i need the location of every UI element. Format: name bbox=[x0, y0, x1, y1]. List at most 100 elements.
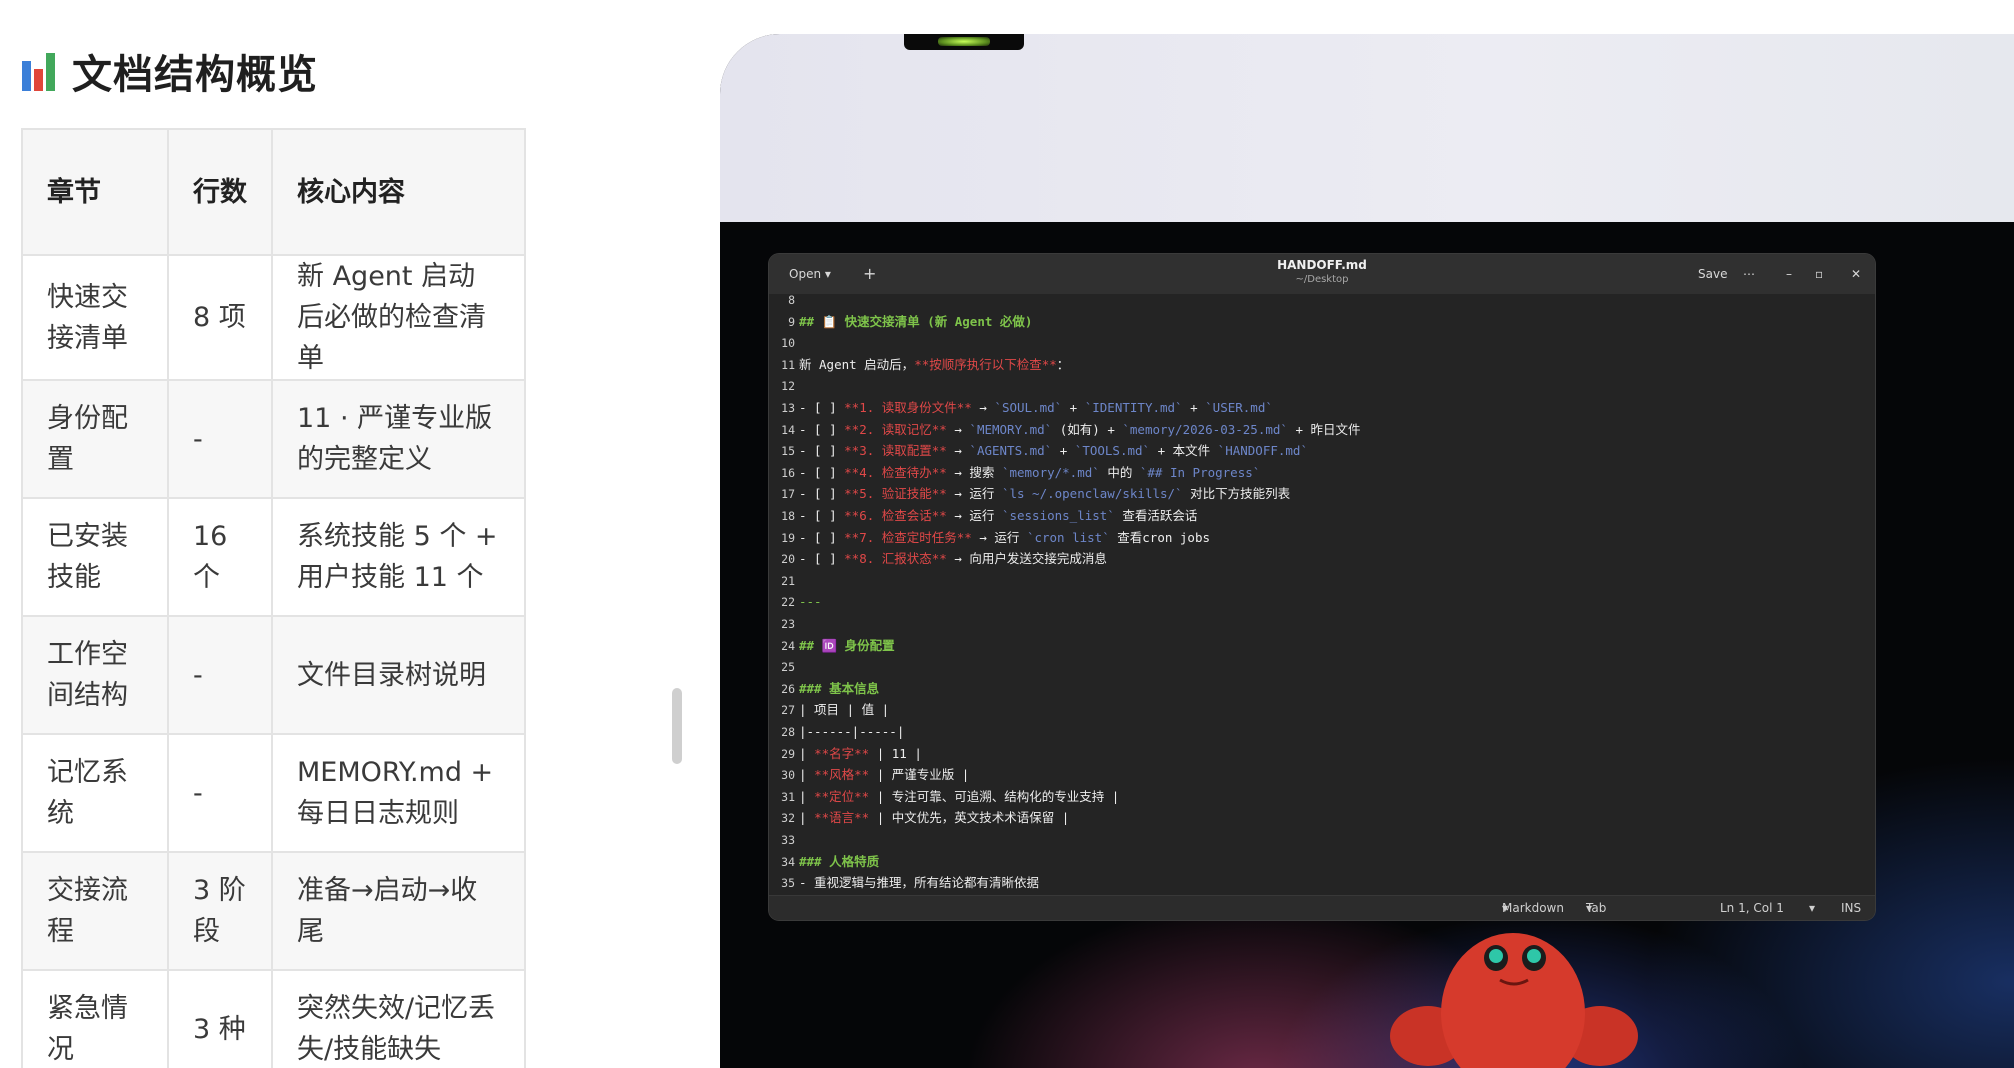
code-token: --- bbox=[799, 594, 822, 610]
code-token: `AGENTS.md` bbox=[969, 443, 1053, 459]
code-token: **定位** bbox=[814, 788, 870, 804]
editor-text-area[interactable]: 8 9 ## 📋 快速交接清单 (新 Agent 必做) 10 11 新 Agent 启动… bbox=[769, 294, 1875, 894]
scrollbar-thumb[interactable] bbox=[672, 688, 682, 764]
screen-top-area bbox=[720, 34, 2014, 222]
line-number: 27 bbox=[781, 703, 795, 718]
line-text: ### 基本信息 bbox=[799, 681, 879, 696]
code-line: 24 ## 🆔 身份配置 bbox=[769, 636, 1875, 656]
cell-section: 工作空间结构 bbox=[21, 615, 169, 735]
code-line: 33 bbox=[769, 830, 1875, 850]
code-token: **语言** bbox=[814, 810, 870, 826]
code-line: 10 bbox=[769, 333, 1875, 353]
code-line: 15 - [ ] **3. 读取配置** → `AGENTS.md` + `TOO… bbox=[769, 441, 1875, 461]
code-token: **5. 验证技能** bbox=[844, 486, 947, 502]
code-line: 35 - 重视逻辑与推理，所有结论都有清晰依据 bbox=[769, 873, 1875, 893]
maximize-icon[interactable]: ▫ bbox=[1815, 254, 1823, 294]
code-token: | 项目 | 值 | bbox=[799, 702, 890, 718]
cell-section: 紧急情况 bbox=[21, 969, 169, 1068]
code-token: `IDENTITY.md` bbox=[1084, 400, 1183, 415]
code-token: `sessions_list` bbox=[1001, 508, 1115, 523]
code-token: 对比下方技能列表 bbox=[1182, 486, 1291, 502]
code-line: 29 | **名字** | 11 | bbox=[769, 744, 1875, 764]
code-token: `cron list` bbox=[1026, 529, 1110, 545]
code-token: → bbox=[946, 443, 970, 459]
line-text: - [ ] **8. 汇报状态** → 向用户发送交接完成消息 bbox=[799, 551, 1107, 566]
table-row: 已安装技能 16 个 系统技能 5 个 + 用户技能 11 个 bbox=[21, 497, 526, 617]
cell-lines: - bbox=[167, 379, 273, 499]
code-token: + 本文件 bbox=[1150, 443, 1218, 459]
code-token: - [ ] bbox=[799, 508, 845, 523]
chevron-down-icon[interactable]: ▾ bbox=[1809, 896, 1815, 920]
code-token: `MEMORY.md` bbox=[969, 421, 1053, 437]
line-text: --- bbox=[799, 594, 822, 609]
table-header-row: 章节 行数 核心内容 bbox=[21, 128, 526, 256]
cell-lines: 16 个 bbox=[167, 497, 273, 617]
code-token: **4. 检查待办** bbox=[844, 464, 947, 480]
code-token: **风格** bbox=[814, 767, 870, 783]
code-token: → bbox=[946, 421, 970, 437]
menu-icon[interactable]: ⋯ bbox=[1743, 254, 1755, 294]
editor-headerbar: Open ▾ + HANDOFF.md ~/Desktop Save ⋯ – ▫… bbox=[769, 254, 1875, 294]
code-token: | 专注可靠、可追溯、结构化的专业支持 | bbox=[869, 788, 1120, 804]
line-number: 28 bbox=[781, 725, 795, 739]
page-title: 文档结构概览 bbox=[72, 52, 318, 98]
cell-content: 11 · 严谨专业版的完整定义 bbox=[271, 379, 526, 499]
column-header-section: 章节 bbox=[21, 128, 169, 256]
code-line: 25 bbox=[769, 657, 1875, 677]
code-token: `USER.md` bbox=[1205, 400, 1273, 415]
code-token: `memory/2026-03-25.md` bbox=[1122, 421, 1288, 437]
code-token: + bbox=[1052, 443, 1075, 459]
code-line: 26 ### 基本信息 bbox=[769, 679, 1875, 699]
code-line: 13 - [ ] **1. 读取身份文件** → `SOUL.md` + `IDE… bbox=[769, 398, 1875, 418]
code-line: 19 - [ ] **7. 检查定时任务** → 运行 `cron list` 查… bbox=[769, 528, 1875, 548]
tab-width-selector[interactable]: Tab Width: 8 ▾ bbox=[1586, 896, 1606, 920]
section-heading: 文档结构概览 bbox=[22, 40, 318, 102]
code-token: - [ ] bbox=[799, 529, 845, 545]
line-text: - [ ] **7. 检查定时任务** → 运行 `cron list` 查看c… bbox=[799, 530, 1210, 545]
line-text: 新 Agent 启动后，**按顺序执行以下检查**： bbox=[799, 357, 1069, 372]
lobster-mascot-image bbox=[1390, 933, 1638, 1068]
line-number: 12 bbox=[781, 379, 795, 394]
cell-section: 快速交接清单 bbox=[21, 254, 169, 381]
code-line: 27 | 项目 | 值 | bbox=[769, 700, 1875, 720]
code-token: **按顺序执行以下检查** bbox=[914, 356, 1057, 372]
line-text: | **定位** | 专注可靠、可追溯、结构化的专业支持 | bbox=[799, 789, 1119, 804]
line-text: - [ ] **4. 检查待办** → 搜索 `memory/*.md` 中的 … bbox=[799, 465, 1260, 480]
code-token: |------|-----| bbox=[799, 724, 905, 739]
line-number: 11 bbox=[781, 357, 795, 372]
line-number: 20 bbox=[781, 552, 795, 567]
line-text: |------|-----| bbox=[799, 724, 904, 739]
code-token: - 重视逻辑与推理，所有结论都有清晰依据 bbox=[799, 875, 1040, 891]
table-row: 记忆系统 - MEMORY.md + 每日日志规则 bbox=[21, 733, 526, 853]
code-line: 18 - [ ] **6. 检查会话** → 运行 `sessions_list`… bbox=[769, 506, 1875, 526]
table-row: 紧急情况 3 种 突然失效/记忆丢失/技能缺失 bbox=[21, 969, 526, 1068]
code-token: + 昨日文件 bbox=[1287, 421, 1361, 437]
code-token: - [ ] bbox=[799, 443, 845, 459]
line-text: - [ ] **1. 读取身份文件** → `SOUL.md` + `IDENT… bbox=[799, 400, 1273, 415]
line-number: 18 bbox=[781, 509, 795, 523]
code-line: 32 | **语言** | 中文优先，英文技术术语保留 | bbox=[769, 808, 1875, 828]
save-button[interactable]: Save bbox=[1698, 254, 1727, 294]
code-token: (如有) + bbox=[1052, 421, 1123, 437]
code-token: **6. 检查会话** bbox=[844, 508, 947, 523]
code-token: ### 人格特质 bbox=[799, 853, 880, 869]
line-text: ## 📋 快速交接清单 (新 Agent 必做) bbox=[799, 314, 1032, 329]
code-token: ## 📋 快速交接清单 (新 Agent 必做) bbox=[799, 313, 1033, 329]
code-token: **2. 读取记忆** bbox=[844, 421, 947, 437]
language-selector[interactable]: Markdown ▾ bbox=[1502, 896, 1564, 920]
code-line: 11 新 Agent 启动后，**按顺序执行以下检查**： bbox=[769, 355, 1875, 375]
line-number: 25 bbox=[781, 660, 795, 675]
minimize-icon[interactable]: – bbox=[1786, 254, 1792, 294]
line-number: 16 bbox=[781, 465, 795, 480]
code-token: `## In Progress` bbox=[1139, 464, 1261, 480]
code-token: **3. 读取配置** bbox=[844, 443, 947, 459]
code-token: ## 🆔 身份配置 bbox=[799, 637, 895, 653]
insert-mode-indicator[interactable]: INS bbox=[1841, 896, 1861, 920]
code-line: 34 ### 人格特质 bbox=[769, 852, 1875, 872]
code-token: → 运行 bbox=[946, 508, 1002, 523]
line-number: 22 bbox=[781, 595, 795, 610]
cursor-position[interactable]: Ln 1, Col 1 bbox=[1720, 896, 1784, 920]
cell-section: 交接流程 bbox=[21, 851, 169, 971]
close-icon[interactable]: ✕ bbox=[1851, 254, 1861, 294]
code-line: 30 | **风格** | 严谨专业版 | bbox=[769, 765, 1875, 785]
